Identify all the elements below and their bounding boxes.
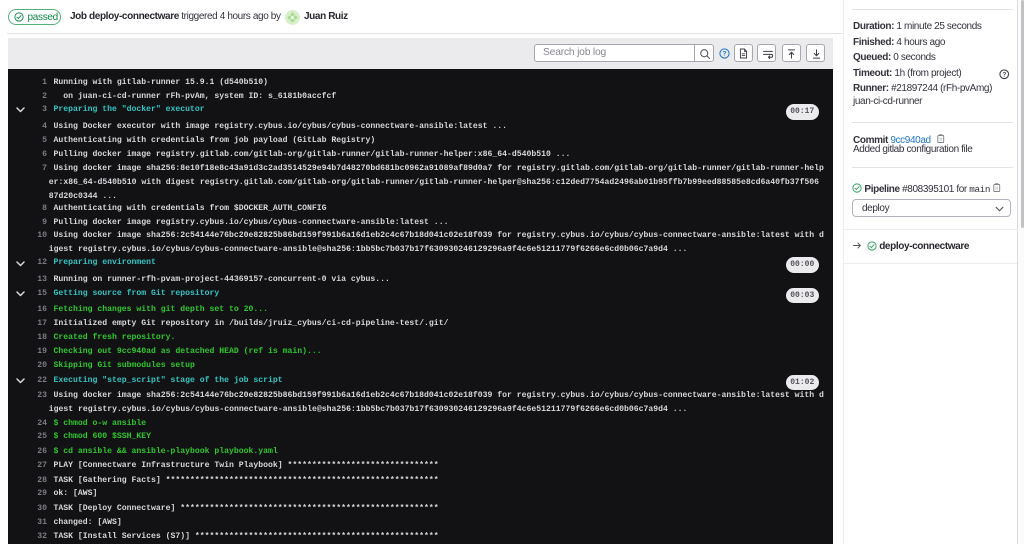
svg-text:?: ? — [722, 51, 726, 58]
svg-text:?: ? — [1002, 71, 1006, 78]
